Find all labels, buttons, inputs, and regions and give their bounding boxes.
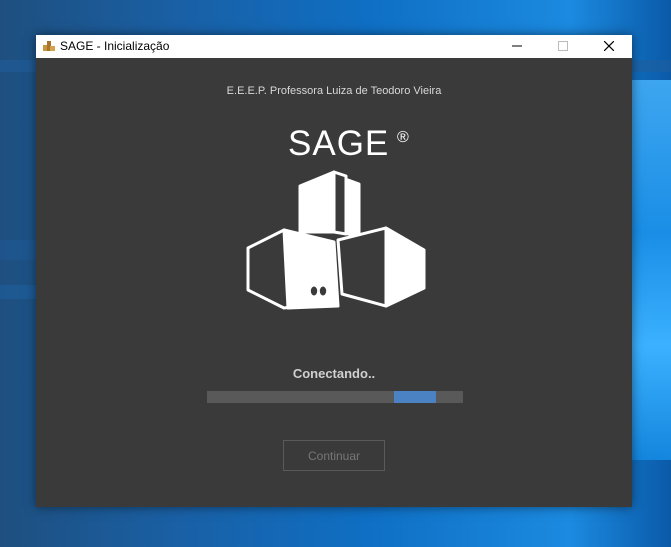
maximize-button[interactable]: [540, 35, 586, 58]
registered-mark: ®: [397, 129, 409, 146]
close-icon: [604, 41, 614, 51]
close-button[interactable]: [586, 35, 632, 58]
maximize-icon: [558, 41, 568, 51]
minimize-button[interactable]: [494, 35, 540, 58]
window-title: SAGE - Inicialização: [60, 39, 170, 53]
splash-window: SAGE - Inicialização E.E.E.P. Professora…: [36, 35, 632, 507]
sage-app-icon: [42, 39, 56, 53]
minimize-icon: [512, 45, 522, 47]
progress-bar: [207, 391, 463, 403]
title-bar[interactable]: SAGE - Inicialização: [36, 35, 632, 58]
progress-bar-fill: [394, 391, 436, 403]
logo-title: SAGE: [288, 124, 390, 163]
buildings-logo-icon: [246, 170, 426, 310]
continue-button[interactable]: Continuar: [283, 440, 385, 471]
status-text: Conectando..: [292, 366, 376, 381]
school-name: E.E.E.P. Professora Luiza de Teodoro Vie…: [226, 85, 442, 97]
